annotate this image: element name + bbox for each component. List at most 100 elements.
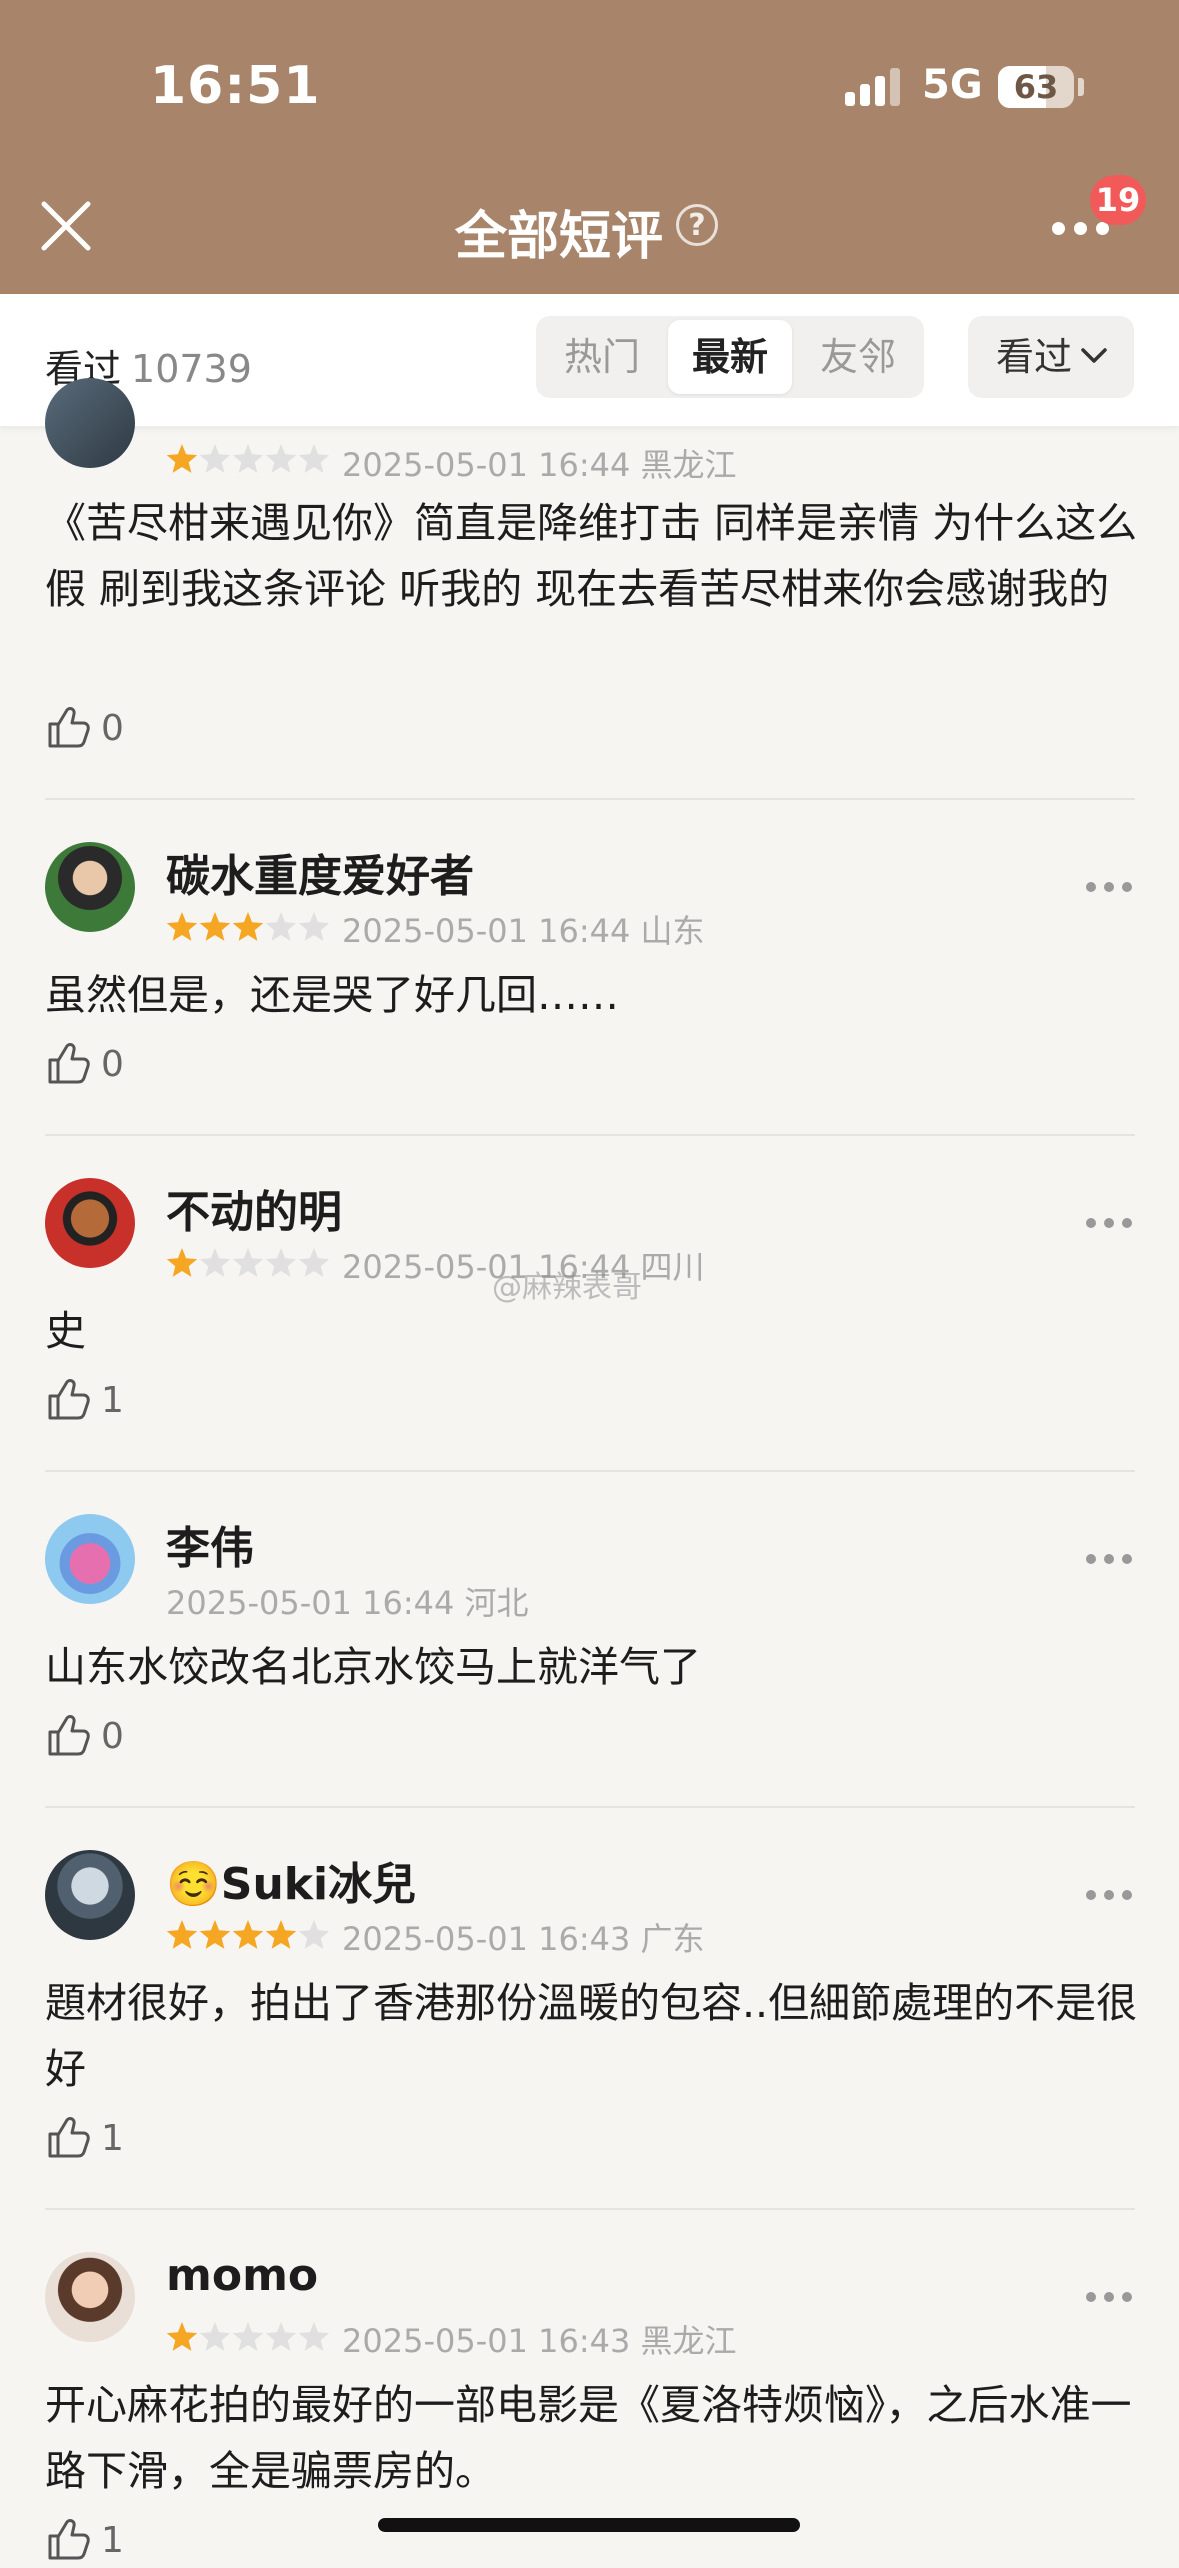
star-filled-icon [166, 2322, 198, 2351]
star-filled-icon [232, 912, 264, 941]
star-filled-icon [265, 1920, 297, 1949]
star-empty-icon [265, 1248, 297, 1277]
comment-item: 不动的明 2025-05-01 16:44 四川 史 1 [0, 1178, 1179, 1468]
star-rating [165, 1918, 335, 1954]
thumbs-up-icon [48, 707, 90, 748]
star-filled-icon [199, 1920, 231, 1949]
dropdown-label: 看过 [996, 335, 1073, 379]
star-filled-icon [166, 444, 198, 473]
star-rating [165, 2320, 335, 2356]
status-time: 16:51 [150, 56, 321, 116]
thumbs-up-icon [48, 1715, 90, 1756]
home-indicator[interactable] [378, 2518, 800, 2532]
star-empty-icon [199, 1248, 231, 1277]
sort-segmented-control: 热门 最新 友邻 [536, 316, 924, 398]
close-button[interactable] [38, 198, 94, 254]
comment-date: 2025-05-01 16:44 [342, 912, 631, 950]
star-filled-icon [232, 1920, 264, 1949]
like-count: 0 [101, 1044, 124, 1085]
star-rating-graphic [166, 1248, 330, 1277]
avatar[interactable] [45, 1178, 135, 1268]
tab-latest[interactable]: 最新 [668, 320, 792, 394]
comment-text: 《苦尽柑来遇见你》简直是降维打击 同样是亲情 为什么这么假 刷到我这条评论 听我… [45, 499, 1138, 613]
username[interactable]: 李伟 [166, 1512, 254, 1576]
comment-region: 四川 [640, 1248, 705, 1286]
star-rating [165, 442, 335, 478]
battery-level: 63 [1013, 68, 1059, 106]
seen-count: 10739 [131, 347, 252, 391]
cellular-signal-icon [845, 66, 905, 106]
like-count: 1 [101, 1380, 124, 1421]
star-filled-icon [166, 1920, 198, 1949]
divider [45, 798, 1135, 800]
battery-icon: 63 [998, 66, 1074, 108]
watch-status-dropdown[interactable]: 看过 [968, 316, 1134, 398]
divider [45, 1470, 1135, 1472]
avatar[interactable] [45, 1850, 135, 1940]
notification-badge: 19 [1090, 175, 1146, 225]
comment-text: 开心麻花拍的最好的一部电影是《夏洛特烦恼》，之后水准一路下滑，全是骗票房的。 [45, 2381, 1132, 2495]
star-empty-icon [199, 444, 231, 473]
comment-date: 2025-05-01 16:44 [342, 446, 631, 484]
tab-friends[interactable]: 友邻 [796, 320, 920, 394]
star-empty-icon [298, 2322, 330, 2351]
chevron-down-icon [1081, 348, 1107, 363]
watermark: @麻辣表哥 [492, 1270, 642, 1305]
help-icon[interactable]: ? [676, 204, 718, 246]
star-rating-graphic [166, 1920, 330, 1949]
thumbs-up-icon [48, 1379, 90, 1420]
username[interactable]: 碳水重度爱好者 [166, 840, 474, 904]
comment-meta: 2025-05-01 16:44 黑龙江 [342, 440, 737, 486]
star-empty-icon [298, 912, 330, 941]
comment-meta: 2025-05-01 16:44 山东 [342, 906, 705, 952]
comment-more-button[interactable] [1086, 1890, 1132, 1900]
tab-hot[interactable]: 热门 [540, 320, 664, 394]
avatar[interactable] [45, 2252, 135, 2342]
filter-bar: 看过 10739 热门 最新 友邻 看过 [0, 294, 1179, 426]
comment-date: 2025-05-01 16:43 [342, 2322, 631, 2360]
thumbs-up-icon [48, 2519, 90, 2560]
star-empty-icon [265, 444, 297, 473]
comment-text: 山东水饺改名北京水饺马上就洋气了 [45, 1643, 701, 1691]
star-empty-icon [265, 912, 297, 941]
username[interactable]: 不动的明 [166, 1176, 342, 1240]
star-rating-graphic [166, 2322, 330, 2351]
comment-region: 山东 [640, 912, 705, 950]
like-count: 0 [101, 708, 124, 749]
comment-more-button[interactable] [1086, 1554, 1132, 1564]
star-filled-icon [199, 912, 231, 941]
comment-more-button[interactable] [1086, 1218, 1132, 1228]
comment-region: 黑龙江 [640, 446, 737, 484]
comment-text: 虽然但是，还是哭了好几回…… [45, 971, 619, 1019]
comment-meta: 2025-05-01 16:43 黑龙江 [342, 2316, 737, 2362]
comment-text: 題材很好，拍出了香港那份溫暖的包容..但細節處理的不是很好 [45, 1979, 1138, 2093]
page-title: 全部短评 [455, 207, 664, 267]
star-rating-graphic [166, 912, 330, 941]
avatar[interactable] [45, 1514, 135, 1604]
like-count: 0 [101, 1716, 124, 1757]
like-count: 1 [101, 2118, 124, 2159]
comment-text: 史 [45, 1307, 86, 1355]
avatar[interactable] [45, 378, 135, 468]
star-filled-icon [166, 1248, 198, 1277]
thumbs-up-icon [48, 2117, 90, 2158]
comment-region: 广东 [640, 1920, 705, 1958]
comment-more-button[interactable] [1086, 882, 1132, 892]
username[interactable]: momo [166, 2250, 318, 2301]
close-icon [41, 201, 91, 251]
comment-item: 李伟 2025-05-01 16:44 河北 山东水饺改名北京水饺马上就洋气了 … [0, 1514, 1179, 1804]
comment-region: 黑龙江 [640, 2322, 737, 2360]
comment-more-button[interactable] [1086, 2292, 1132, 2302]
username[interactable]: ☺️Suki冰兒 [166, 1848, 416, 1912]
star-empty-icon [232, 1248, 264, 1277]
star-empty-icon [298, 1248, 330, 1277]
comment-item: 碳水重度爱好者 2025-05-01 16:44 山东 虽然但是，还是哭了好几回… [0, 842, 1179, 1132]
network-type: 5G [922, 62, 983, 108]
star-empty-icon [298, 444, 330, 473]
star-empty-icon [232, 444, 264, 473]
comment-meta: 2025-05-01 16:43 广东 [342, 1914, 705, 1960]
avatar[interactable] [45, 842, 135, 932]
star-rating-graphic [166, 444, 330, 473]
star-empty-icon [298, 1920, 330, 1949]
comment-date: 2025-05-01 16:43 [342, 1920, 631, 1958]
